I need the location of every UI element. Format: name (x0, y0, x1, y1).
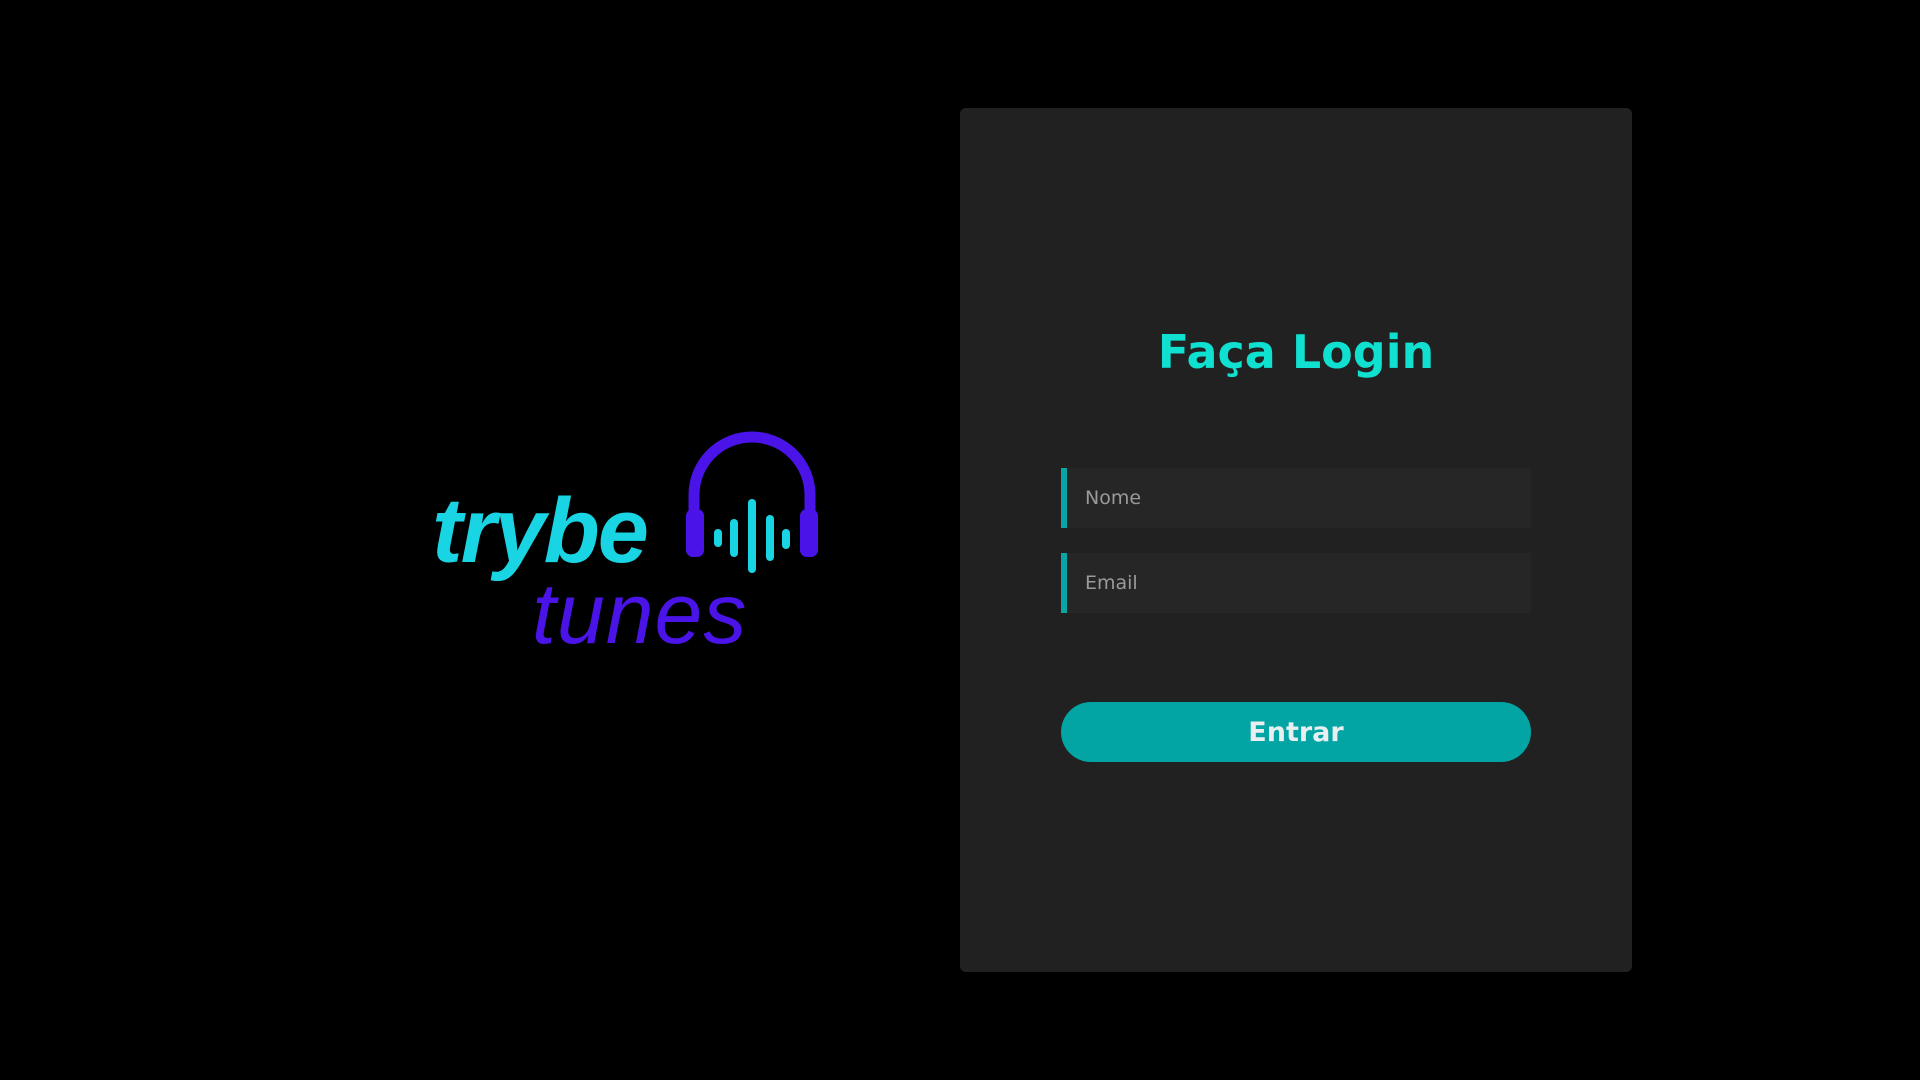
login-title: Faça Login (1157, 325, 1435, 379)
name-field (1061, 468, 1531, 528)
login-button[interactable]: Entrar (1061, 702, 1531, 762)
brand-logo: trybe tunes (420, 425, 840, 665)
login-card: Faça Login Entrar (960, 108, 1632, 972)
name-input[interactable] (1067, 468, 1531, 528)
login-page: trybe tunes Faça Login Entrar (0, 0, 1920, 1080)
headphones-icon (686, 431, 818, 573)
email-input[interactable] (1067, 553, 1531, 613)
logo-text-tunes: tunes (532, 566, 748, 662)
logo-text-trybe: trybe (432, 480, 649, 582)
email-field (1061, 553, 1531, 613)
